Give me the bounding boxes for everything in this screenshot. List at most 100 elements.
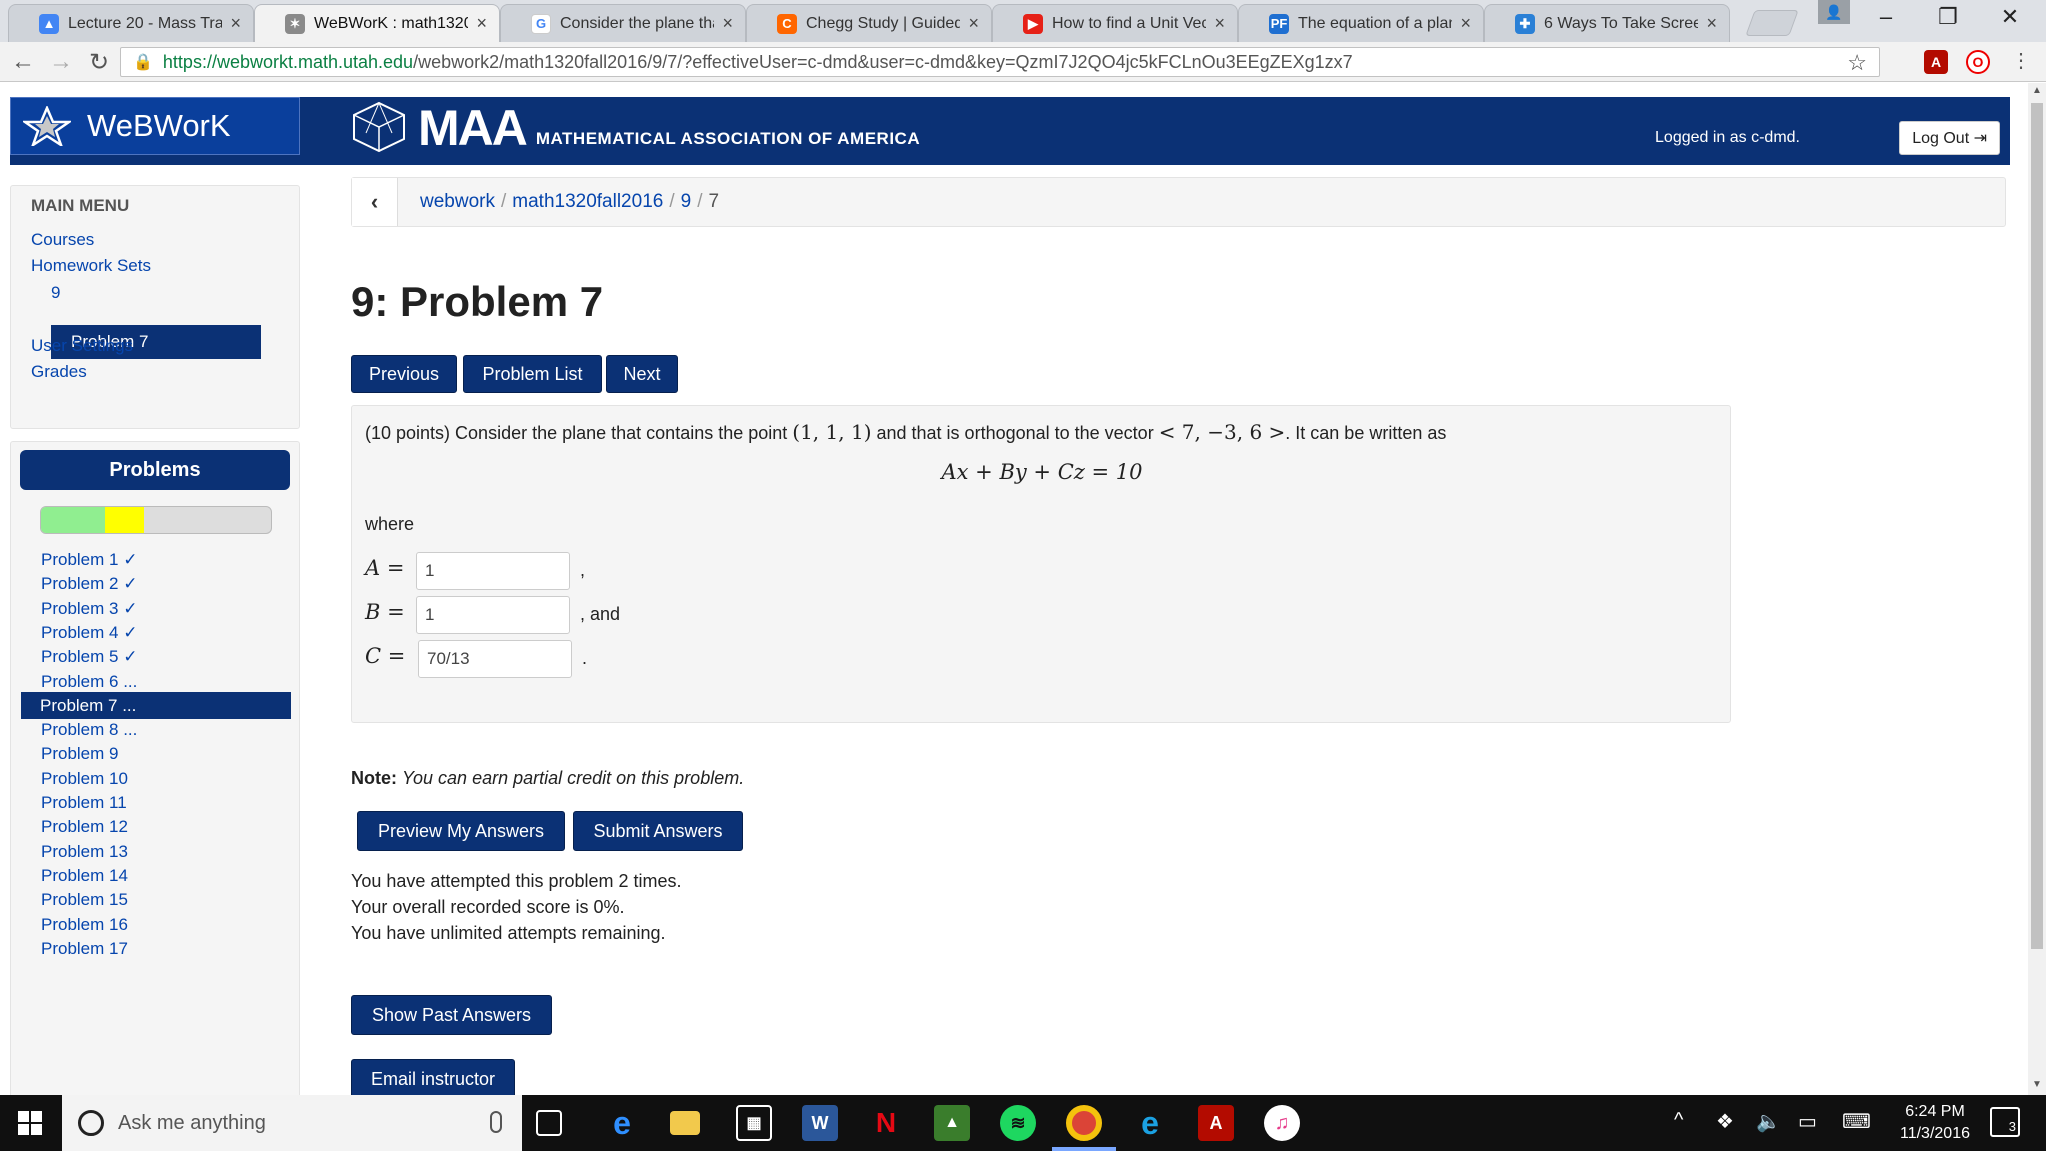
tab-title: Chegg Study | Guided S <box>806 14 961 32</box>
search-placeholder: Ask me anything <box>118 1111 266 1134</box>
browser-tab-lecture[interactable]: ▲ Lecture 20 - Mass Trans × <box>8 4 254 42</box>
opera-extension-icon[interactable]: O <box>1966 50 1990 74</box>
system-clock[interactable]: 6:24 PM 11/3/2016 <box>1880 1101 1990 1145</box>
action-center-icon[interactable]: 3 <box>1990 1107 2020 1137</box>
problem-list-item[interactable]: Problem 15 <box>41 890 128 910</box>
battery-icon[interactable]: ▭ <box>1798 1109 1817 1134</box>
breadcrumb-course[interactable]: math1320fall2016 <box>512 191 663 212</box>
close-icon[interactable]: × <box>230 13 241 34</box>
breadcrumb-set[interactable]: 9 <box>681 191 692 212</box>
problem-list-item[interactable]: Problem 12 <box>41 817 128 837</box>
answer-b-input[interactable]: 1 <box>416 596 570 634</box>
drive-icon: ▲ <box>39 13 59 34</box>
close-icon[interactable]: × <box>1214 13 1225 34</box>
close-icon[interactable]: × <box>1460 13 1471 34</box>
chevron-left-icon[interactable]: ‹ <box>352 178 398 226</box>
problem-list-item[interactable]: Problem 16 <box>41 915 128 935</box>
store-icon[interactable]: ▦ <box>736 1105 772 1141</box>
menu-link-set-9[interactable]: 9 <box>51 283 60 303</box>
windows-start-icon[interactable] <box>18 1111 42 1135</box>
next-button[interactable]: Next <box>606 355 678 393</box>
close-icon[interactable]: × <box>476 13 487 34</box>
show-past-answers-button[interactable]: Show Past Answers <box>351 995 552 1035</box>
webwork-brand[interactable]: WeBWorK <box>10 97 300 155</box>
problem-list-item[interactable]: Problem 6 ... <box>41 672 137 692</box>
problem-list-item[interactable]: Problem 17 <box>41 939 128 959</box>
menu-link-grades[interactable]: Grades <box>31 362 87 382</box>
problem-list-item[interactable]: Problem 7 ... <box>21 692 291 719</box>
menu-link-homework-sets[interactable]: Homework Sets <box>31 256 151 276</box>
close-icon[interactable]: × <box>722 13 733 34</box>
chevron-up-icon[interactable]: ^ <box>1674 1109 1683 1132</box>
dropbox-icon[interactable]: ❖ <box>1716 1109 1734 1134</box>
bookmark-star-icon[interactable]: ☆ <box>1847 50 1867 76</box>
profile-icon[interactable]: 👤 <box>1818 0 1850 24</box>
browser-tab-chegg[interactable]: C Chegg Study | Guided S × <box>746 4 992 42</box>
acrobat-extension-icon[interactable]: A <box>1924 50 1948 74</box>
microphone-icon[interactable] <box>490 1111 502 1133</box>
submit-answers-button[interactable]: Submit Answers <box>573 811 743 851</box>
problem-list-item[interactable]: Problem 13 <box>41 842 128 862</box>
file-explorer-icon[interactable] <box>670 1111 700 1135</box>
problem-list-item[interactable]: Problem 9 <box>41 744 118 764</box>
webwork-icon: ✶ <box>285 13 305 34</box>
page-scrollbar[interactable]: ▲ ▼ <box>2028 83 2046 1095</box>
keyboard-icon[interactable]: ⌨ <box>1842 1109 1871 1134</box>
progress-partial <box>105 507 145 533</box>
minecraft-icon[interactable]: ▲ <box>934 1105 970 1141</box>
problem-list-item[interactable]: Problem 4 ✓ <box>41 623 137 643</box>
new-tab-button[interactable] <box>1745 10 1799 36</box>
previous-button[interactable]: Previous <box>351 355 457 393</box>
scroll-down-icon[interactable]: ▼ <box>2028 1079 2046 1090</box>
netflix-icon[interactable]: N <box>868 1105 904 1141</box>
itunes-icon[interactable]: ♫ <box>1264 1105 1300 1141</box>
menu-kebab-icon[interactable]: ⋮ <box>2006 48 2036 73</box>
email-instructor-button[interactable]: Email instructor <box>351 1059 515 1095</box>
scrollbar-thumb[interactable] <box>2031 103 2043 949</box>
answer-b-label: B = <box>365 600 405 624</box>
close-icon[interactable]: × <box>968 13 979 34</box>
problem-list-item[interactable]: Problem 5 ✓ <box>41 647 137 667</box>
cortana-search-input[interactable]: Ask me anything <box>62 1095 522 1151</box>
logout-button[interactable]: Log Out ⇥ <box>1899 121 2000 155</box>
breadcrumb-webwork[interactable]: webwork <box>420 191 495 212</box>
task-view-icon[interactable] <box>536 1110 562 1136</box>
reload-icon[interactable]: ↻ <box>84 48 114 77</box>
close-icon[interactable]: × <box>1706 13 1717 34</box>
preview-answers-button[interactable]: Preview My Answers <box>357 811 565 851</box>
answer-a-input[interactable]: 1 <box>416 552 570 590</box>
problem-list-item[interactable]: Problem 10 <box>41 769 128 789</box>
answer-c-input[interactable]: 70/13 <box>418 640 572 678</box>
masthead: WeBWorK MAA MATHEMATICAL ASSOCIATION OF … <box>10 97 2010 165</box>
menu-link-user-settings[interactable]: User Settings <box>31 336 133 356</box>
browser-tab-google[interactable]: G Consider the plane that × <box>500 4 746 42</box>
problem-list-item[interactable]: Problem 14 <box>41 866 128 886</box>
word-icon[interactable]: W <box>802 1105 838 1141</box>
browser-tab-plane[interactable]: PF The equation of a plane × <box>1238 4 1484 42</box>
problem-list-button[interactable]: Problem List <box>463 355 602 393</box>
restore-icon[interactable]: ❐ <box>1918 4 1978 30</box>
chrome-icon[interactable] <box>1066 1105 1102 1141</box>
edge-icon[interactable]: e <box>604 1105 640 1141</box>
problem-list-item[interactable]: Problem 1 ✓ <box>41 550 137 570</box>
forward-icon[interactable]: → <box>46 48 76 76</box>
problem-list-item[interactable]: Problem 3 ✓ <box>41 599 137 619</box>
volume-icon[interactable]: 🔈 <box>1756 1109 1781 1134</box>
url-input[interactable]: 🔒 https://webworkt.math.utah.edu /webwor… <box>120 47 1880 77</box>
problem-list-item[interactable]: Problem 11 <box>41 793 127 813</box>
problem-list-item[interactable]: Problem 2 ✓ <box>41 574 137 594</box>
acrobat-icon[interactable]: A <box>1198 1105 1234 1141</box>
clock-time: 6:24 PM <box>1905 1103 1965 1120</box>
back-icon[interactable]: ← <box>8 48 38 76</box>
maa-logo[interactable]: MAA MATHEMATICAL ASSOCIATION OF AMERICA <box>350 101 920 153</box>
internet-explorer-icon[interactable]: e <box>1132 1105 1168 1141</box>
minimize-icon[interactable]: – <box>1856 4 1916 30</box>
browser-tab-youtube[interactable]: ▶ How to find a Unit Vect × <box>992 4 1238 42</box>
window-close-icon[interactable]: ✕ <box>1980 4 2040 30</box>
spotify-icon[interactable]: ≋ <box>1000 1105 1036 1141</box>
problem-list-item[interactable]: Problem 8 ... <box>41 720 137 740</box>
browser-tab-screenshots[interactable]: ✚ 6 Ways To Take Screens × <box>1484 4 1730 42</box>
menu-link-courses[interactable]: Courses <box>31 230 94 250</box>
scroll-up-icon[interactable]: ▲ <box>2028 85 2046 96</box>
browser-tab-webwork[interactable]: ✶ WeBWorK : math1320fa × <box>254 4 500 42</box>
